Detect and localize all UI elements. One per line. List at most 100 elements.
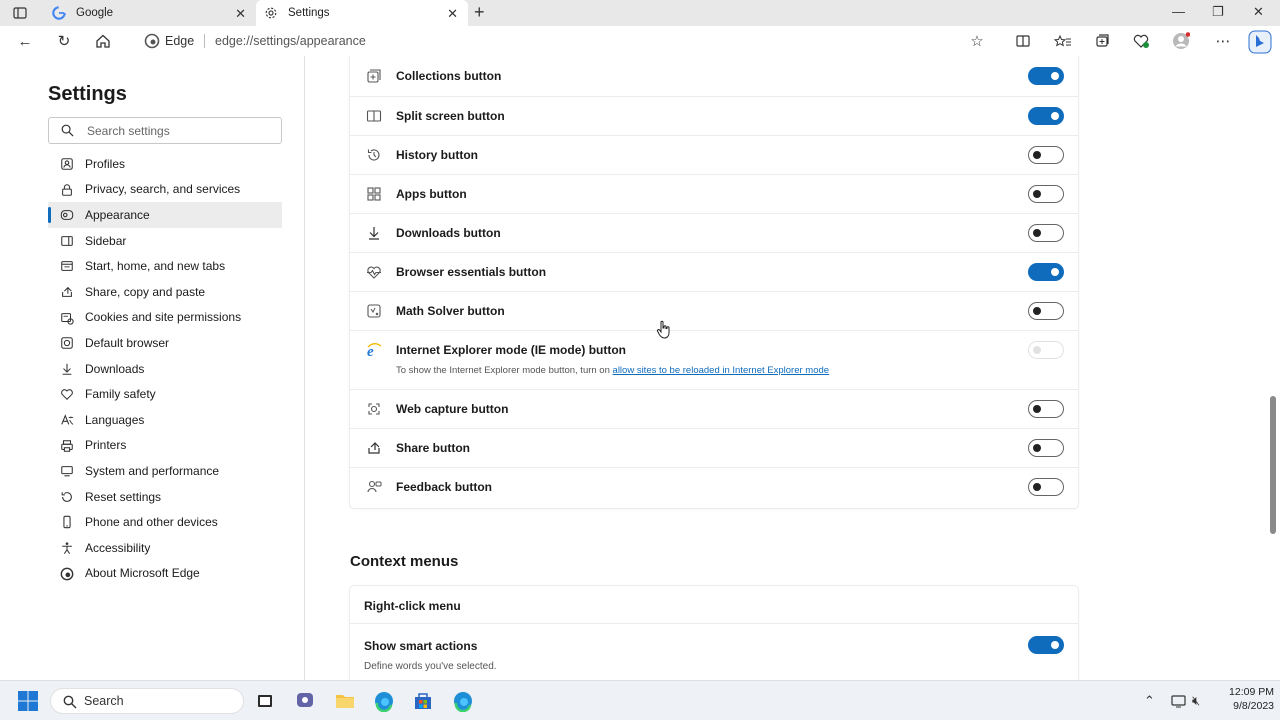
favorites-icon[interactable] bbox=[1054, 32, 1072, 50]
sidebar-item-label: Start, home, and new tabs bbox=[85, 259, 226, 274]
sidebar-item-label: About Microsoft Edge bbox=[85, 566, 200, 581]
share-icon bbox=[368, 442, 380, 454]
profile-avatar-icon[interactable] bbox=[1172, 32, 1190, 50]
browser-essentials-button-toggle[interactable] bbox=[1028, 263, 1064, 281]
sidebar-item-label: Downloads bbox=[85, 361, 145, 376]
sidebar-item-cookies-and-site-permissions[interactable]: Cookies and site permissions bbox=[48, 305, 282, 331]
page-scrollbar[interactable] bbox=[1268, 56, 1280, 680]
family-icon bbox=[61, 389, 73, 401]
sidebar-item-printers[interactable]: Printers bbox=[48, 433, 282, 459]
context-menus-heading: Context menus bbox=[350, 553, 459, 570]
show-smart-actions-toggle[interactable] bbox=[1028, 636, 1064, 654]
scrollbar-thumb[interactable] bbox=[1270, 396, 1276, 534]
system-clock[interactable]: 12:09 PM 9/8/2023 bbox=[1210, 685, 1274, 713]
sidebar-item-label: Default browser bbox=[85, 335, 170, 350]
address-divider bbox=[204, 34, 205, 48]
settings-sidebar: Settings Profiles Privacy, search, and se… bbox=[0, 56, 305, 680]
share-button-toggle[interactable] bbox=[1028, 439, 1064, 457]
tab-title: Google bbox=[76, 7, 114, 19]
collections-button-label: Collections button bbox=[396, 69, 502, 83]
new-tab-icon[interactable]: + bbox=[474, 2, 485, 23]
sidebar-item-languages[interactable]: Languages bbox=[48, 407, 282, 433]
split-screen-button-toggle[interactable] bbox=[1028, 107, 1064, 125]
sidebar-item-downloads[interactable]: Downloads bbox=[48, 356, 282, 382]
browser-essentials-icon[interactable] bbox=[1132, 32, 1150, 50]
tab-actions-icon[interactable] bbox=[12, 5, 28, 21]
windows-taskbar: Search ⌃ 🔇︎ 12:09 PM 9/8/2023 bbox=[0, 680, 1280, 720]
share-button-row: Share button bbox=[350, 429, 1078, 468]
browser-essentials-button-label: Browser essentials button bbox=[396, 265, 547, 279]
close-window-icon[interactable]: ✕ bbox=[1253, 4, 1264, 20]
chevron-up-icon[interactable]: ⌃ bbox=[1144, 693, 1155, 709]
search-settings-input[interactable] bbox=[87, 122, 272, 140]
sidebar-item-family-safety[interactable]: Family safety bbox=[48, 381, 282, 407]
home-icon[interactable] bbox=[94, 32, 112, 50]
right-click-menu-heading: Right-click menu bbox=[364, 599, 461, 613]
browser-essentials-button-row: Browser essentials button bbox=[350, 253, 1078, 292]
apps-button-label: Apps button bbox=[396, 187, 467, 201]
more-options-icon[interactable]: ⋯ bbox=[1214, 32, 1232, 50]
taskbar-search[interactable]: Search bbox=[50, 688, 244, 714]
network-icon[interactable] bbox=[1171, 693, 1187, 709]
edge-taskbar-icon[interactable] bbox=[373, 690, 395, 712]
volume-muted-icon[interactable]: 🔇︎ bbox=[1192, 693, 1200, 709]
sidebar-item-about-microsoft-edge[interactable]: About Microsoft Edge bbox=[48, 561, 282, 587]
site-name: Edge bbox=[165, 34, 195, 48]
tab-google[interactable]: Google ✕ bbox=[44, 0, 256, 26]
close-tab-icon[interactable]: ✕ bbox=[235, 6, 246, 22]
languages-icon bbox=[61, 414, 74, 425]
sidebar-item-start-home-and-new-tabs[interactable]: Start, home, and new tabs bbox=[48, 253, 282, 279]
show-smart-actions-label: Show smart actions bbox=[364, 639, 478, 653]
downloads-button-row: Downloads button bbox=[350, 214, 1078, 253]
favorite-star-icon[interactable]: ☆ bbox=[968, 32, 986, 50]
bing-chat-icon[interactable] bbox=[1248, 30, 1272, 54]
taskbar-search-label: Search bbox=[84, 694, 124, 708]
math-solver-button-label: Math Solver button bbox=[396, 304, 505, 318]
system-icon bbox=[61, 466, 73, 477]
split-screen-icon bbox=[366, 110, 382, 122]
sidebar-item-label: Languages bbox=[85, 412, 145, 427]
profile-icon bbox=[61, 158, 73, 170]
sidebar-item-privacy-search-and-services[interactable]: Privacy, search, and services bbox=[48, 177, 282, 203]
history-button-toggle[interactable] bbox=[1028, 146, 1064, 164]
printer-icon bbox=[61, 439, 73, 452]
apps-button-toggle[interactable] bbox=[1028, 185, 1064, 203]
collections-button-toggle[interactable] bbox=[1028, 67, 1064, 85]
back-icon[interactable]: ← bbox=[16, 32, 34, 50]
sidebar-item-appearance[interactable]: Appearance bbox=[48, 202, 282, 228]
collections-button-row: Collections button bbox=[350, 56, 1078, 97]
home-tabs-icon bbox=[61, 261, 73, 272]
close-tab-icon[interactable]: ✕ bbox=[447, 6, 458, 22]
edge-active-taskbar-icon[interactable] bbox=[452, 690, 474, 712]
sidebar-item-phone-and-other-devices[interactable]: Phone and other devices bbox=[48, 509, 282, 535]
sidebar-item-sidebar[interactable]: Sidebar bbox=[48, 228, 282, 254]
sidebar-item-reset-settings[interactable]: Reset settings bbox=[48, 484, 282, 510]
sidebar-item-accessibility[interactable]: Accessibility bbox=[48, 535, 282, 561]
math-solver-button-toggle[interactable] bbox=[1028, 302, 1064, 320]
restore-icon[interactable]: ❐ bbox=[1212, 4, 1224, 20]
teams-chat-icon[interactable] bbox=[294, 690, 316, 712]
task-view-icon[interactable] bbox=[254, 690, 276, 712]
web-capture-button-row: Web capture button bbox=[350, 390, 1078, 429]
sidebar-item-system-and-performance[interactable]: System and performance bbox=[48, 458, 282, 484]
search-settings-box[interactable] bbox=[48, 117, 282, 144]
address-url[interactable]: edge://settings/appearance bbox=[215, 34, 366, 48]
web-capture-button-toggle[interactable] bbox=[1028, 400, 1064, 418]
show-smart-actions-description: Define words you've selected. bbox=[364, 661, 497, 672]
minimize-icon[interactable]: — bbox=[1172, 4, 1185, 19]
sidebar-item-default-browser[interactable]: Default browser bbox=[48, 330, 282, 356]
split-screen-icon[interactable] bbox=[1014, 32, 1032, 50]
refresh-icon[interactable]: ↻ bbox=[55, 32, 73, 50]
file-explorer-icon[interactable] bbox=[334, 690, 356, 712]
tab-settings[interactable]: Settings ✕ bbox=[256, 0, 468, 26]
sidebar-item-share-copy-and-paste[interactable]: Share, copy and paste bbox=[48, 279, 282, 305]
collections-icon[interactable] bbox=[1093, 32, 1111, 50]
feedback-button-toggle[interactable] bbox=[1028, 478, 1064, 496]
downloads-button-toggle[interactable] bbox=[1028, 224, 1064, 242]
sidebar-item-label: Profiles bbox=[85, 156, 126, 171]
history-icon bbox=[367, 149, 380, 161]
sidebar-item-profiles[interactable]: Profiles bbox=[48, 151, 282, 177]
ie-mode-settings-link[interactable]: allow sites to be reloaded in Internet E… bbox=[613, 365, 830, 376]
windows-start-icon[interactable] bbox=[17, 690, 39, 712]
microsoft-store-icon[interactable] bbox=[412, 690, 434, 712]
